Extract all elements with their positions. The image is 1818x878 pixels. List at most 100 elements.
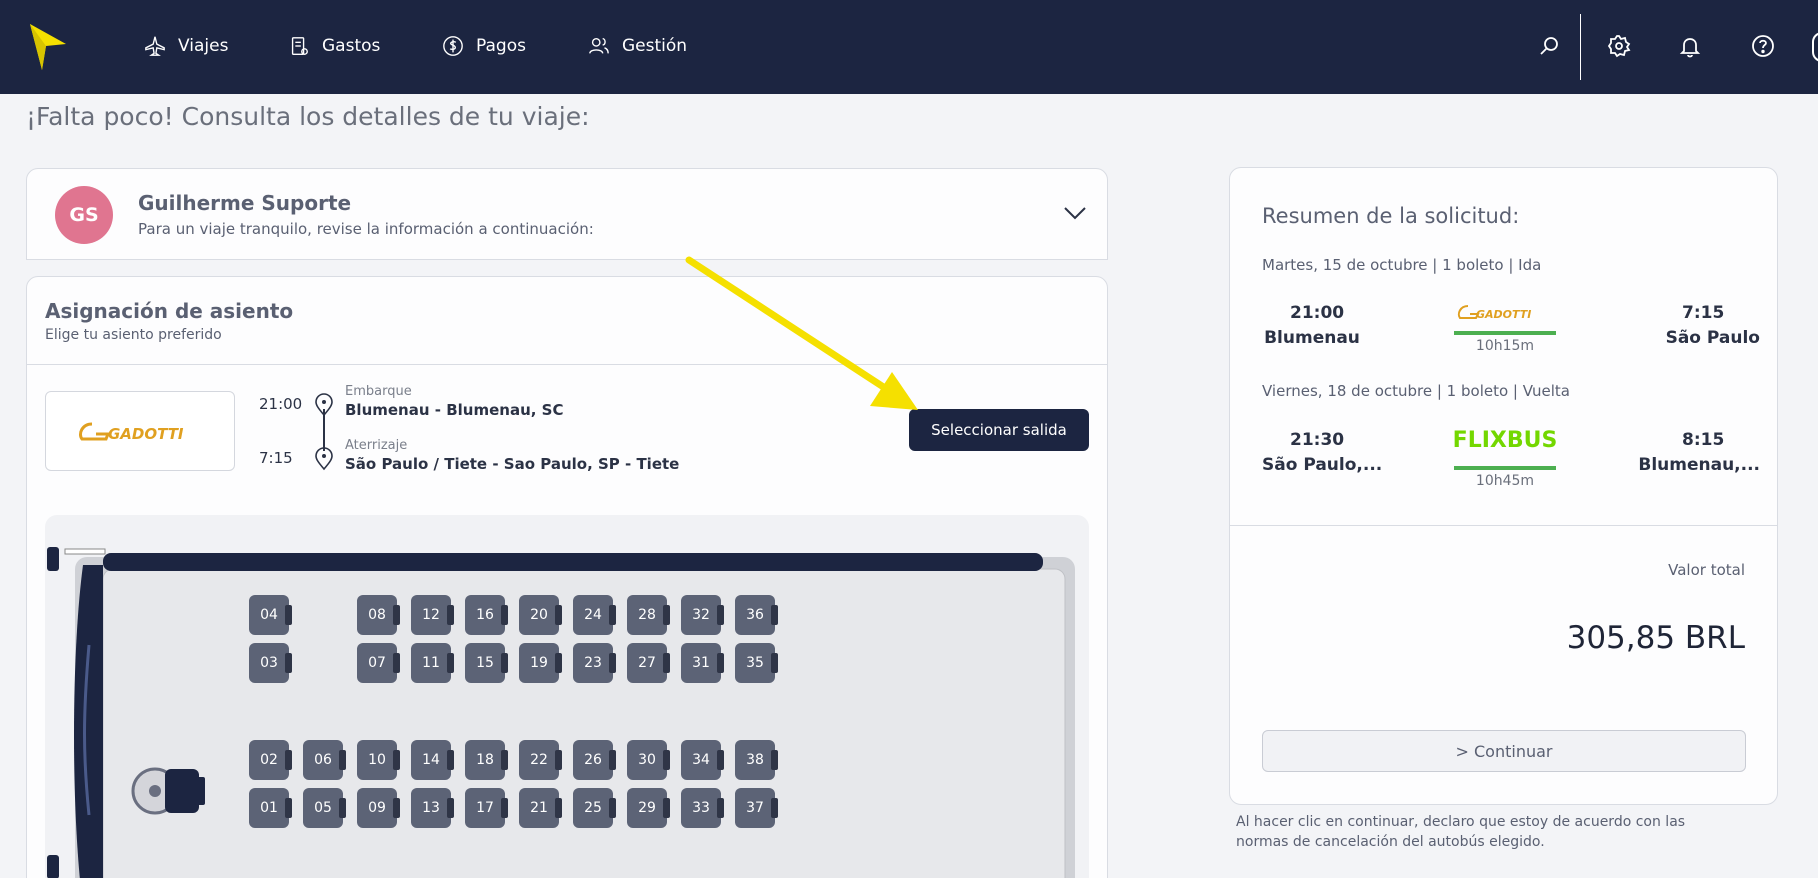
chevron-down-icon[interactable]: [1063, 205, 1087, 221]
seat-10[interactable]: 10: [357, 740, 400, 780]
outbound-arrival-city: São Paulo: [1665, 328, 1760, 348]
select-departure-button[interactable]: Seleccionar salida: [909, 409, 1089, 451]
seat-29[interactable]: 29: [627, 788, 670, 828]
continue-button[interactable]: > Continuar: [1262, 730, 1746, 772]
bus-seat-map: 04 08 12 16 20 24 28 32 36 03 07 11 15 19 23 27 31 35 02 06…: [45, 515, 1089, 878]
bell-icon: [1679, 38, 1701, 58]
seat-14[interactable]: 14: [411, 740, 454, 780]
logo-icon[interactable]: [28, 22, 68, 72]
nav-item-gastos[interactable]: Gastos: [288, 34, 380, 58]
seat-03[interactable]: 03: [249, 643, 292, 683]
departure-time: 21:00: [259, 395, 303, 413]
seat-15[interactable]: 15: [465, 643, 508, 683]
help-button[interactable]: [1749, 32, 1777, 60]
seat-21[interactable]: 21: [519, 788, 562, 828]
seat-30[interactable]: 30: [627, 740, 670, 780]
traveler-subtitle: Para un viaje tranquilo, revise la infor…: [138, 220, 594, 238]
seat-27[interactable]: 27: [627, 643, 670, 683]
bus-outline: [47, 547, 1075, 878]
seat-06[interactable]: 06: [303, 740, 346, 780]
gadotti-logo: GADOTTI: [1457, 305, 1531, 321]
plane-icon: [145, 36, 165, 56]
seat-assignment-card: Asignación de asiento Elige tu asiento p…: [26, 276, 1108, 878]
seat-23[interactable]: 23: [573, 643, 616, 683]
nav-label: Gastos: [322, 36, 381, 56]
seat-section-title: Asignación de asiento: [45, 299, 294, 323]
seat-13[interactable]: 13: [411, 788, 454, 828]
nav-item-viajes[interactable]: Viajes: [144, 34, 228, 58]
avatar: GS: [55, 186, 113, 244]
seat-34[interactable]: 34: [681, 740, 724, 780]
outbound-departure-city: Blumenau: [1264, 328, 1360, 348]
duration-bar: [1454, 466, 1556, 470]
seat-07[interactable]: 07: [357, 643, 400, 683]
seat-25[interactable]: 25: [573, 788, 616, 828]
nav-label: Gestión: [622, 36, 688, 56]
gadotti-logo: GADOTTI: [78, 422, 184, 443]
seat-31[interactable]: 31: [681, 643, 724, 683]
seat-09[interactable]: 09: [357, 788, 400, 828]
seat-08[interactable]: 08: [357, 595, 400, 635]
seat-19[interactable]: 19: [519, 643, 562, 683]
settings-button[interactable]: [1605, 32, 1633, 60]
nav-item-pagos[interactable]: Pagos: [442, 34, 526, 58]
route-line: [323, 409, 325, 451]
outbound-arrival-time: 7:15: [1682, 303, 1725, 323]
seat-16[interactable]: 16: [465, 595, 508, 635]
receipt-icon: [291, 37, 308, 55]
summary-title: Resumen de la solicitud:: [1262, 204, 1520, 228]
seat-26[interactable]: 26: [573, 740, 616, 780]
seat-05[interactable]: 05: [303, 788, 346, 828]
return-arrival-city: Blumenau,...: [1638, 455, 1760, 475]
seat-37[interactable]: 37: [735, 788, 778, 828]
seat-17[interactable]: 17: [465, 788, 508, 828]
seat-28[interactable]: 28: [627, 595, 670, 635]
cancellation-disclaimer: Al hacer clic en continuar, declaro que …: [1236, 814, 1686, 850]
nav-item-gestion[interactable]: Gestión: [588, 34, 687, 58]
seat-02[interactable]: 02: [249, 740, 292, 780]
seat-35[interactable]: 35: [735, 643, 778, 683]
seat-33[interactable]: 33: [681, 788, 724, 828]
return-departure-time: 21:30: [1290, 430, 1345, 450]
dollar-icon: [443, 36, 463, 56]
search-icon: [1540, 37, 1558, 55]
notifications-button[interactable]: [1676, 32, 1704, 60]
svg-text:GADOTTI: GADOTTI: [108, 425, 184, 443]
seat-36[interactable]: 36: [735, 595, 778, 635]
total-value: 305,85 BRL: [1566, 620, 1745, 656]
seat-20[interactable]: 20: [519, 595, 562, 635]
seat-04[interactable]: 04: [249, 595, 292, 635]
profile-icon[interactable]: [1812, 32, 1818, 62]
seat-24[interactable]: 24: [573, 595, 616, 635]
divider: [27, 364, 1107, 365]
nav-label: Pagos: [476, 36, 526, 56]
outbound-trip-info: Martes, 15 de octubre | 1 boleto | Ida: [1262, 256, 1542, 274]
seat-38[interactable]: 38: [735, 740, 778, 780]
search-button[interactable]: [1535, 32, 1563, 60]
departure-place: Blumenau - Blumenau, SC: [345, 401, 564, 419]
return-arrival-time: 8:15: [1682, 430, 1725, 450]
summary-card: Resumen de la solicitud: Martes, 15 de o…: [1229, 167, 1778, 805]
return-trip-info: Viernes, 18 de octubre | 1 boleto | Vuel…: [1262, 382, 1570, 400]
seat-22[interactable]: 22: [519, 740, 562, 780]
top-navbar: Viajes Gastos Pagos Gestión: [0, 0, 1818, 94]
seat-section-subtitle: Elige tu asiento preferido: [45, 327, 222, 343]
total-label: Valor total: [1668, 561, 1745, 579]
svg-text:FLIXBUS: FLIXBUS: [1454, 428, 1556, 453]
seat-12[interactable]: 12: [411, 595, 454, 635]
outbound-duration: 10h15m: [1475, 338, 1535, 354]
nav-divider: [1580, 14, 1581, 80]
seat-01[interactable]: 01: [249, 788, 292, 828]
seat-32[interactable]: 32: [681, 595, 724, 635]
return-departure-city: São Paulo,...: [1262, 455, 1383, 475]
location-pin-icon: [315, 447, 333, 471]
seat-11[interactable]: 11: [411, 643, 454, 683]
arrival-time: 7:15: [259, 449, 293, 467]
departure-label: Embarque: [345, 384, 412, 399]
return-duration: 10h45m: [1475, 473, 1535, 489]
seat-18[interactable]: 18: [465, 740, 508, 780]
page-title: ¡Falta poco! Consulta los detalles de tu…: [26, 102, 590, 131]
duration-bar: [1454, 331, 1556, 335]
flixbus-logo: FLIXBUS: [1454, 428, 1556, 453]
traveler-card[interactable]: GS Guilherme Suporte Para un viaje tranq…: [26, 168, 1108, 260]
